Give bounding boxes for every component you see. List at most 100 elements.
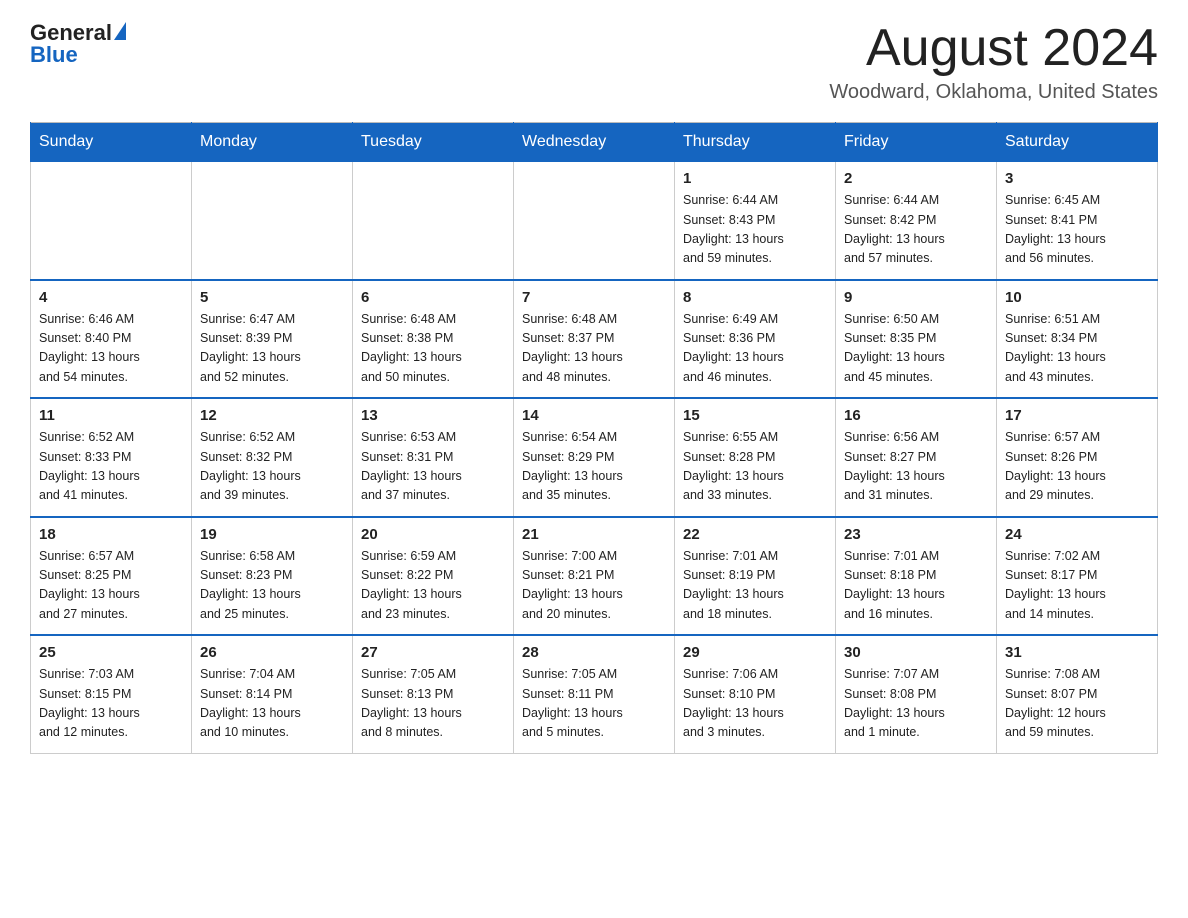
calendar-cell: 9 Sunrise: 6:50 AM Sunset: 8:35 PM Daylig… — [836, 280, 997, 399]
day-info: Sunrise: 6:45 AM Sunset: 8:41 PM Dayligh… — [1005, 191, 1149, 269]
calendar-week-row: 1 Sunrise: 6:44 AM Sunset: 8:43 PM Daylig… — [31, 162, 1158, 280]
day-number: 23 — [844, 526, 988, 543]
day-number: 7 — [522, 289, 666, 306]
day-info: Sunrise: 6:48 AM Sunset: 8:37 PM Dayligh… — [522, 310, 666, 388]
day-info: Sunrise: 6:47 AM Sunset: 8:39 PM Dayligh… — [200, 310, 344, 388]
calendar-cell: 4 Sunrise: 6:46 AM Sunset: 8:40 PM Daylig… — [31, 280, 192, 399]
day-number: 17 — [1005, 407, 1149, 424]
day-number: 2 — [844, 170, 988, 187]
calendar-cell: 14 Sunrise: 6:54 AM Sunset: 8:29 PM Dayli… — [514, 398, 675, 517]
day-info: Sunrise: 6:55 AM Sunset: 8:28 PM Dayligh… — [683, 428, 827, 506]
day-number: 19 — [200, 526, 344, 543]
day-info: Sunrise: 7:06 AM Sunset: 8:10 PM Dayligh… — [683, 665, 827, 743]
day-number: 26 — [200, 644, 344, 661]
day-info: Sunrise: 6:58 AM Sunset: 8:23 PM Dayligh… — [200, 547, 344, 625]
calendar-cell: 25 Sunrise: 7:03 AM Sunset: 8:15 PM Dayli… — [31, 635, 192, 753]
day-number: 11 — [39, 407, 183, 424]
day-number: 30 — [844, 644, 988, 661]
day-info: Sunrise: 7:07 AM Sunset: 8:08 PM Dayligh… — [844, 665, 988, 743]
day-info: Sunrise: 6:57 AM Sunset: 8:26 PM Dayligh… — [1005, 428, 1149, 506]
calendar-cell: 6 Sunrise: 6:48 AM Sunset: 8:38 PM Daylig… — [353, 280, 514, 399]
day-of-week-header: Sunday — [31, 123, 192, 162]
day-number: 9 — [844, 289, 988, 306]
day-of-week-header: Wednesday — [514, 123, 675, 162]
day-of-week-header: Friday — [836, 123, 997, 162]
calendar-cell: 23 Sunrise: 7:01 AM Sunset: 8:18 PM Dayli… — [836, 517, 997, 636]
day-info: Sunrise: 6:52 AM Sunset: 8:33 PM Dayligh… — [39, 428, 183, 506]
day-info: Sunrise: 7:00 AM Sunset: 8:21 PM Dayligh… — [522, 547, 666, 625]
month-title: August 2024 — [829, 20, 1158, 77]
day-of-week-header: Saturday — [997, 123, 1158, 162]
calendar-cell — [31, 162, 192, 280]
calendar-cell: 12 Sunrise: 6:52 AM Sunset: 8:32 PM Dayli… — [192, 398, 353, 517]
day-info: Sunrise: 7:02 AM Sunset: 8:17 PM Dayligh… — [1005, 547, 1149, 625]
day-info: Sunrise: 6:49 AM Sunset: 8:36 PM Dayligh… — [683, 310, 827, 388]
day-info: Sunrise: 6:54 AM Sunset: 8:29 PM Dayligh… — [522, 428, 666, 506]
page-header: General Blue August 2024 Woodward, Oklah… — [30, 20, 1158, 104]
calendar-table: SundayMondayTuesdayWednesdayThursdayFrid… — [30, 122, 1158, 754]
day-of-week-header: Tuesday — [353, 123, 514, 162]
calendar-cell: 16Sunrise: 6:56 AM Sunset: 8:27 PM Dayli… — [836, 398, 997, 517]
day-number: 13 — [361, 407, 505, 424]
calendar-cell: 19 Sunrise: 6:58 AM Sunset: 8:23 PM Dayli… — [192, 517, 353, 636]
calendar-cell: 5Sunrise: 6:47 AM Sunset: 8:39 PM Daylig… — [192, 280, 353, 399]
calendar-cell: 31Sunrise: 7:08 AM Sunset: 8:07 PM Dayli… — [997, 635, 1158, 753]
day-info: Sunrise: 7:01 AM Sunset: 8:19 PM Dayligh… — [683, 547, 827, 625]
calendar-cell: 10 Sunrise: 6:51 AM Sunset: 8:34 PM Dayli… — [997, 280, 1158, 399]
day-number: 3 — [1005, 170, 1149, 187]
calendar-cell: 20Sunrise: 6:59 AM Sunset: 8:22 PM Dayli… — [353, 517, 514, 636]
day-number: 22 — [683, 526, 827, 543]
day-info: Sunrise: 6:51 AM Sunset: 8:34 PM Dayligh… — [1005, 310, 1149, 388]
day-info: Sunrise: 7:03 AM Sunset: 8:15 PM Dayligh… — [39, 665, 183, 743]
calendar-cell — [353, 162, 514, 280]
calendar-cell: 26 Sunrise: 7:04 AM Sunset: 8:14 PM Dayli… — [192, 635, 353, 753]
day-info: Sunrise: 6:46 AM Sunset: 8:40 PM Dayligh… — [39, 310, 183, 388]
day-number: 25 — [39, 644, 183, 661]
calendar-cell: 28Sunrise: 7:05 AM Sunset: 8:11 PM Dayli… — [514, 635, 675, 753]
calendar-cell: 17 Sunrise: 6:57 AM Sunset: 8:26 PM Dayli… — [997, 398, 1158, 517]
day-number: 10 — [1005, 289, 1149, 306]
calendar-cell — [514, 162, 675, 280]
calendar-cell: 1 Sunrise: 6:44 AM Sunset: 8:43 PM Daylig… — [675, 162, 836, 280]
calendar-cell: 11 Sunrise: 6:52 AM Sunset: 8:33 PM Dayli… — [31, 398, 192, 517]
day-number: 20 — [361, 526, 505, 543]
day-number: 27 — [361, 644, 505, 661]
calendar-cell — [192, 162, 353, 280]
calendar-cell: 21 Sunrise: 7:00 AM Sunset: 8:21 PM Dayli… — [514, 517, 675, 636]
calendar-cell: 27 Sunrise: 7:05 AM Sunset: 8:13 PM Dayli… — [353, 635, 514, 753]
day-number: 1 — [683, 170, 827, 187]
calendar-header-row: SundayMondayTuesdayWednesdayThursdayFrid… — [31, 123, 1158, 162]
day-number: 29 — [683, 644, 827, 661]
day-info: Sunrise: 6:50 AM Sunset: 8:35 PM Dayligh… — [844, 310, 988, 388]
calendar-cell: 15Sunrise: 6:55 AM Sunset: 8:28 PM Dayli… — [675, 398, 836, 517]
day-info: Sunrise: 6:44 AM Sunset: 8:43 PM Dayligh… — [683, 191, 827, 269]
calendar-cell: 29 Sunrise: 7:06 AM Sunset: 8:10 PM Dayli… — [675, 635, 836, 753]
day-number: 4 — [39, 289, 183, 306]
calendar-cell: 24 Sunrise: 7:02 AM Sunset: 8:17 PM Dayli… — [997, 517, 1158, 636]
day-info: Sunrise: 7:01 AM Sunset: 8:18 PM Dayligh… — [844, 547, 988, 625]
title-block: August 2024 Woodward, Oklahoma, United S… — [829, 20, 1158, 104]
day-number: 6 — [361, 289, 505, 306]
calendar-week-row: 18 Sunrise: 6:57 AM Sunset: 8:25 PM Dayli… — [31, 517, 1158, 636]
day-number: 18 — [39, 526, 183, 543]
day-info: Sunrise: 6:48 AM Sunset: 8:38 PM Dayligh… — [361, 310, 505, 388]
calendar-week-row: 25 Sunrise: 7:03 AM Sunset: 8:15 PM Dayli… — [31, 635, 1158, 753]
day-of-week-header: Monday — [192, 123, 353, 162]
day-number: 21 — [522, 526, 666, 543]
location-title: Woodward, Oklahoma, United States — [829, 81, 1158, 104]
day-info: Sunrise: 7:05 AM Sunset: 8:13 PM Dayligh… — [361, 665, 505, 743]
day-info: Sunrise: 6:52 AM Sunset: 8:32 PM Dayligh… — [200, 428, 344, 506]
day-number: 16 — [844, 407, 988, 424]
day-number: 24 — [1005, 526, 1149, 543]
day-info: Sunrise: 6:57 AM Sunset: 8:25 PM Dayligh… — [39, 547, 183, 625]
calendar-cell: 3 Sunrise: 6:45 AM Sunset: 8:41 PM Daylig… — [997, 162, 1158, 280]
day-number: 12 — [200, 407, 344, 424]
day-number: 14 — [522, 407, 666, 424]
day-number: 28 — [522, 644, 666, 661]
day-info: Sunrise: 6:44 AM Sunset: 8:42 PM Dayligh… — [844, 191, 988, 269]
calendar-cell: 22 Sunrise: 7:01 AM Sunset: 8:19 PM Dayli… — [675, 517, 836, 636]
day-number: 8 — [683, 289, 827, 306]
day-info: Sunrise: 7:04 AM Sunset: 8:14 PM Dayligh… — [200, 665, 344, 743]
logo: General Blue — [30, 20, 126, 68]
day-info: Sunrise: 7:08 AM Sunset: 8:07 PM Dayligh… — [1005, 665, 1149, 743]
